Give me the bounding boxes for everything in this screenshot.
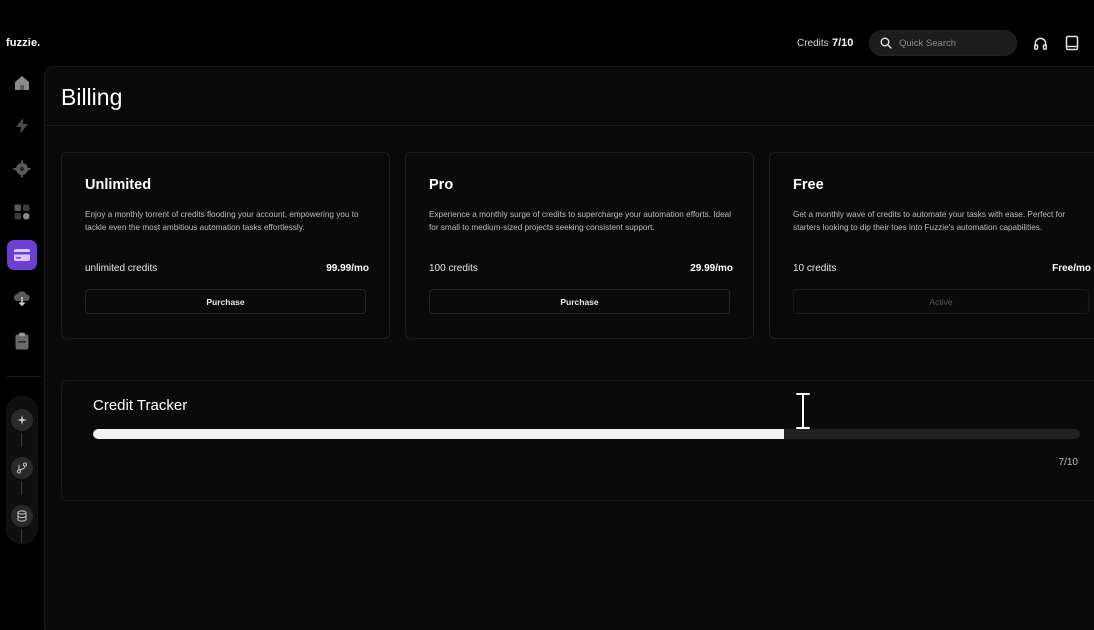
sidebar-item-logs[interactable] xyxy=(7,326,37,356)
quick-search[interactable] xyxy=(869,30,1017,56)
database-icon xyxy=(17,510,27,522)
plan-credits: 100 credits xyxy=(429,263,478,274)
search-input[interactable] xyxy=(899,37,1009,49)
sparkle-icon xyxy=(17,415,27,425)
credit-progress-bar xyxy=(93,429,1080,439)
billing-icon xyxy=(14,249,30,261)
purchase-unlimited-button[interactable]: Purchase xyxy=(85,289,366,314)
tool-connector xyxy=(21,433,22,447)
plan-price: Free/mo xyxy=(1052,263,1091,274)
home-icon xyxy=(15,76,29,90)
plan-name: Pro xyxy=(429,177,454,193)
settings-icon xyxy=(13,160,31,178)
credits-value: 7/10 xyxy=(832,37,854,49)
plan-name: Free xyxy=(793,177,824,193)
credit-tracker: Credit Tracker 7/10 xyxy=(61,380,1094,501)
sidebar-tools xyxy=(6,396,38,544)
active-plan-button[interactable]: Active xyxy=(793,289,1089,314)
tool-connector xyxy=(21,529,22,543)
plan-credits: unlimited credits xyxy=(85,263,158,274)
sidebar-item-settings[interactable] xyxy=(7,154,37,184)
tool-connector xyxy=(21,481,22,495)
sidebar-item-billing[interactable] xyxy=(7,240,37,270)
search-icon xyxy=(880,37,892,49)
credit-progress-fill xyxy=(93,429,784,439)
purchase-pro-button[interactable]: Purchase xyxy=(429,289,730,314)
plan-card-free: Free Get a monthly wave of credits to au… xyxy=(769,152,1094,339)
clipboard-icon xyxy=(15,332,29,350)
app-logo[interactable]: fuzzie. xyxy=(6,37,40,49)
plan-name: Unlimited xyxy=(85,177,152,193)
sidebar-divider xyxy=(7,376,41,377)
sidebar-item-workflows[interactable] xyxy=(7,111,37,141)
headphones-icon[interactable] xyxy=(1032,34,1048,52)
credits-label: Credits xyxy=(797,38,829,49)
sidebar-item-connections[interactable] xyxy=(7,197,37,227)
sidebar-item-home[interactable] xyxy=(7,68,37,98)
apps-icon xyxy=(14,204,30,220)
top-bar: fuzzie. Credits 7/10 xyxy=(0,0,1094,66)
sidebar xyxy=(0,66,44,630)
book-icon[interactable] xyxy=(1064,34,1080,52)
page-title: Billing xyxy=(61,84,123,110)
plan-card-pro: Pro Experience a monthly surge of credit… xyxy=(405,152,754,339)
plan-credits: 10 credits xyxy=(793,263,837,274)
title-divider xyxy=(45,125,1094,126)
plan-description: Experience a monthly surge of credits to… xyxy=(429,210,732,232)
credit-count: 7/10 xyxy=(1058,457,1078,468)
plan-description: Enjoy a monthly torrent of credits flood… xyxy=(85,210,359,232)
git-branch-icon xyxy=(16,462,28,474)
billing-panel: Billing Unlimited Enjoy a monthly torren… xyxy=(44,66,1094,630)
text-cursor-icon xyxy=(794,393,812,429)
app-window: fuzzie. Credits 7/10 Quick Search Billin… xyxy=(0,0,1094,630)
credit-tracker-title: Credit Tracker xyxy=(93,397,188,414)
plan-card-unlimited: Unlimited Enjoy a monthly torrent of cre… xyxy=(61,152,390,339)
sidebar-tool-database[interactable] xyxy=(11,505,33,527)
cloud-download-icon xyxy=(14,291,30,307)
plan-description: Get a monthly wave of credits to automat… xyxy=(793,210,1066,232)
sidebar-tool-sparkle[interactable] xyxy=(11,409,33,431)
sidebar-tool-branch[interactable] xyxy=(11,457,33,479)
plan-price: 99.99/mo xyxy=(326,263,369,274)
plan-price: 29.99/mo xyxy=(690,263,733,274)
lightning-icon xyxy=(16,118,28,134)
sidebar-item-templates[interactable] xyxy=(7,283,37,313)
